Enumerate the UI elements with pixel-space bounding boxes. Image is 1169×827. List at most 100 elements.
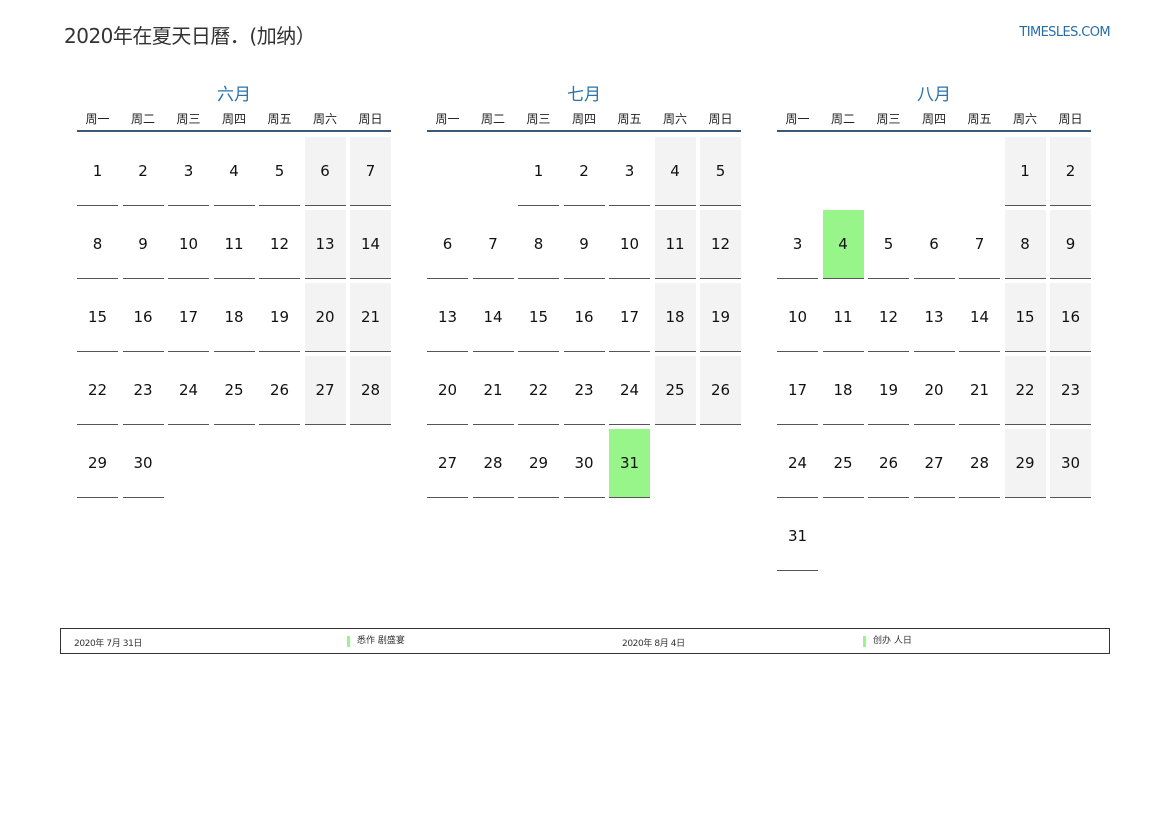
weekday-label: 周二 (830, 112, 855, 126)
weekday-label: 周四 (571, 112, 596, 126)
day-cell: 3 (168, 137, 209, 206)
weekday-label: 周六 (312, 112, 337, 126)
month-name: 八月 (917, 85, 951, 105)
day-cell: 15 (518, 283, 559, 352)
day-cell: 16 (1050, 283, 1091, 352)
day-cell: 29 (1004, 429, 1046, 498)
weekday-label: 周三 (176, 112, 201, 126)
day-cell: 30 (563, 429, 605, 498)
weekday-label: 周四 (221, 112, 246, 126)
day-cell: 25 (822, 429, 864, 498)
day-cell: 30 (122, 429, 164, 498)
day-cell: 22 (518, 356, 559, 425)
day-cell: 9 (122, 210, 164, 279)
day-cell: 28 (350, 356, 391, 425)
day-cell: 29 (77, 429, 118, 498)
day-cell: 27 (304, 356, 346, 425)
weekday-label: 周三 (876, 112, 901, 126)
day-cell: 8 (518, 210, 559, 279)
weekday-label: 周六 (662, 112, 687, 126)
weekday-label: 周日 (708, 112, 733, 126)
day-cell: 17 (609, 283, 650, 352)
empty-cell (868, 137, 909, 206)
holiday-legend: 2020年 7月 31日 悉作 剧盛宴 2020年 8月 4日 创办 人日 (60, 628, 1110, 654)
day-cell: 28 (959, 429, 1000, 498)
day-cell: 27 (427, 429, 468, 498)
empty-cell (823, 137, 864, 206)
day-cell: 19 (700, 283, 741, 352)
empty-cell (914, 137, 955, 206)
day-cell: 2 (563, 137, 605, 206)
day-cell: 4 (213, 137, 255, 206)
day-cell: 19 (259, 283, 300, 352)
day-cell: 13 (427, 283, 468, 352)
day-cell: 8 (1004, 210, 1046, 279)
weekday-label: 周一 (785, 112, 810, 126)
day-cell: 12 (868, 283, 909, 352)
holiday-day-cell: 4 (822, 210, 864, 279)
day-cell: 11 (654, 210, 696, 279)
legend-name-2: 创办 人日 (863, 636, 912, 647)
day-cell: 19 (868, 356, 909, 425)
day-cell: 1 (1004, 137, 1046, 206)
month-name: 七月 (567, 85, 601, 105)
day-cell: 3 (609, 137, 650, 206)
day-cell: 24 (168, 356, 209, 425)
day-cell: 7 (959, 210, 1000, 279)
weekday-label: 周日 (358, 112, 383, 126)
day-cell: 31 (777, 502, 818, 571)
weekday-label: 周一 (435, 112, 460, 126)
day-cell: 26 (259, 356, 300, 425)
day-cell: 10 (168, 210, 209, 279)
day-grid: 1 2 3 4 5 6 7 8 9 10 11 12 13 14 15 16 17 18 19 20 21 22 23 24 2… (777, 137, 1091, 571)
month-3: 八月 周一 周二 周三 周四 周五 周六 周日 1 2 3 4 5 6 7 8 9 10 11 12 13 14 15 16 1… (777, 84, 1091, 571)
weekday-label: 周二 (480, 112, 505, 126)
day-cell: 3 (777, 210, 818, 279)
day-cell: 5 (700, 137, 741, 206)
empty-cell (473, 137, 514, 206)
site-link[interactable]: TIMESLES.COM (1019, 25, 1110, 40)
weekday-header: 周一 周二 周三 周四 周五 周六 周日 (77, 108, 391, 132)
day-cell: 20 (304, 283, 346, 352)
day-cell: 17 (168, 283, 209, 352)
day-cell: 14 (472, 283, 514, 352)
day-cell: 10 (777, 283, 818, 352)
day-cell: 11 (213, 210, 255, 279)
day-cell: 15 (1004, 283, 1046, 352)
day-cell: 25 (213, 356, 255, 425)
weekday-label: 周一 (85, 112, 110, 126)
day-cell: 13 (304, 210, 346, 279)
weekday-label: 周五 (617, 112, 642, 126)
weekday-label: 周四 (921, 112, 946, 126)
weekday-label: 周五 (267, 112, 292, 126)
day-cell: 9 (1050, 210, 1091, 279)
calendar-title: 2020年在夏天日曆．(加纳） (64, 24, 316, 48)
day-cell: 12 (700, 210, 741, 279)
day-cell: 6 (304, 137, 346, 206)
month-2: 七月 周一 周二 周三 周四 周五 周六 周日 1 2 3 4 5 6 7 8 9 10 11 12 13 14 15 16 1… (427, 84, 741, 498)
day-cell: 1 (518, 137, 559, 206)
day-cell: 18 (213, 283, 255, 352)
weekday-header: 周一 周二 周三 周四 周五 周六 周日 (777, 108, 1091, 132)
day-cell: 7 (350, 137, 391, 206)
day-cell: 18 (822, 356, 864, 425)
empty-cell (959, 137, 1000, 206)
day-cell: 16 (122, 283, 164, 352)
legend-name-1: 悉作 剧盛宴 (347, 636, 405, 647)
weekday-label: 周五 (967, 112, 992, 126)
day-cell: 21 (472, 356, 514, 425)
weekday-label: 周六 (1012, 112, 1037, 126)
legend-date-1: 2020年 7月 31日 (74, 639, 143, 649)
day-cell: 26 (868, 429, 909, 498)
day-cell: 14 (959, 283, 1000, 352)
day-cell: 12 (259, 210, 300, 279)
day-cell: 15 (77, 283, 118, 352)
month-name: 六月 (217, 85, 251, 105)
day-cell: 8 (77, 210, 118, 279)
day-cell: 29 (518, 429, 559, 498)
day-cell: 26 (700, 356, 741, 425)
day-cell: 23 (1050, 356, 1091, 425)
day-cell: 13 (913, 283, 955, 352)
weekday-label: 周三 (526, 112, 551, 126)
empty-cell (427, 137, 468, 206)
